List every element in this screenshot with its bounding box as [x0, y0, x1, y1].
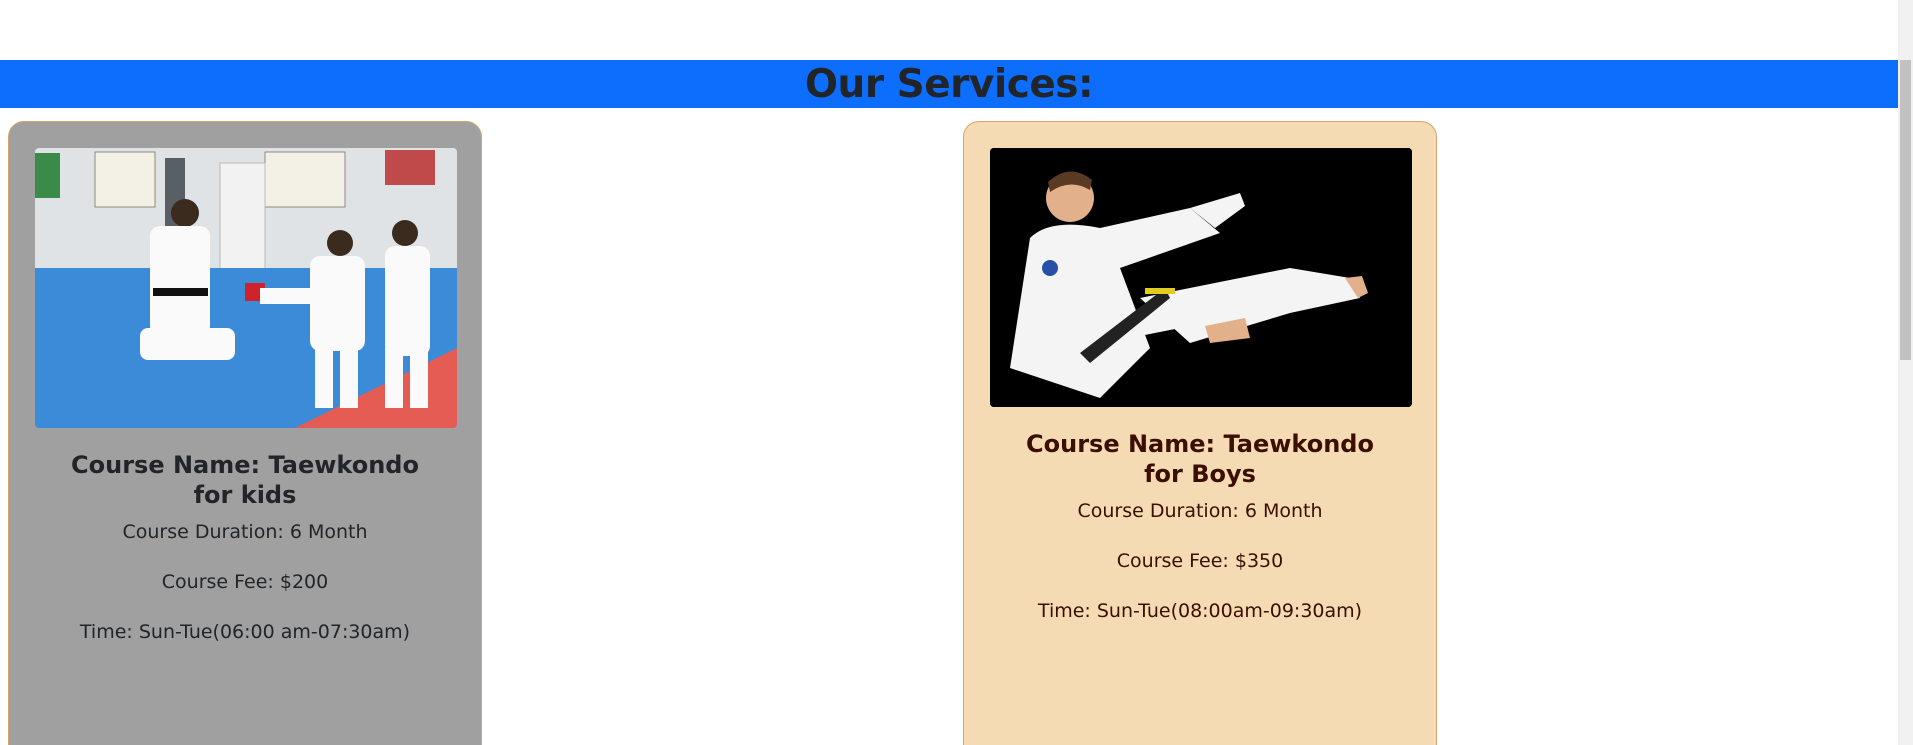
- course-card-boys: Course Name: Taewkondo for Boys Course D…: [963, 121, 1437, 745]
- course-duration: Course Duration: 6 Month: [1077, 500, 1323, 522]
- course-card-kids: Course Name: Taewkondo for kids Course D…: [8, 121, 482, 745]
- services-heading: Our Services:: [804, 61, 1094, 107]
- course-image-boys: [990, 148, 1412, 407]
- course-duration: Course Duration: 6 Month: [122, 521, 368, 543]
- course-fee: Course Fee: $350: [1116, 550, 1284, 572]
- course-body-boys: Course Name: Taewkondo for Boys Course D…: [964, 429, 1436, 623]
- course-title: Course Name: Taewkondo for kids: [71, 451, 419, 509]
- course-time: Time: Sun-Tue(06:00 am-07:30am): [79, 621, 411, 643]
- page-scrollbar[interactable]: [1898, 0, 1913, 745]
- course-title: Course Name: Taewkondo for Boys: [1026, 430, 1374, 488]
- scrollbar-thumb[interactable]: [1900, 60, 1911, 360]
- course-body-kids: Course Name: Taewkondo for kids Course D…: [9, 450, 481, 644]
- course-time: Time: Sun-Tue(08:00am-09:30am): [1037, 600, 1363, 622]
- services-banner: Our Services:: [0, 60, 1898, 108]
- course-image-kids: [35, 148, 457, 428]
- page: Our Services: Course Name: Taewkondo for…: [0, 0, 1898, 745]
- course-fee: Course Fee: $200: [161, 571, 329, 593]
